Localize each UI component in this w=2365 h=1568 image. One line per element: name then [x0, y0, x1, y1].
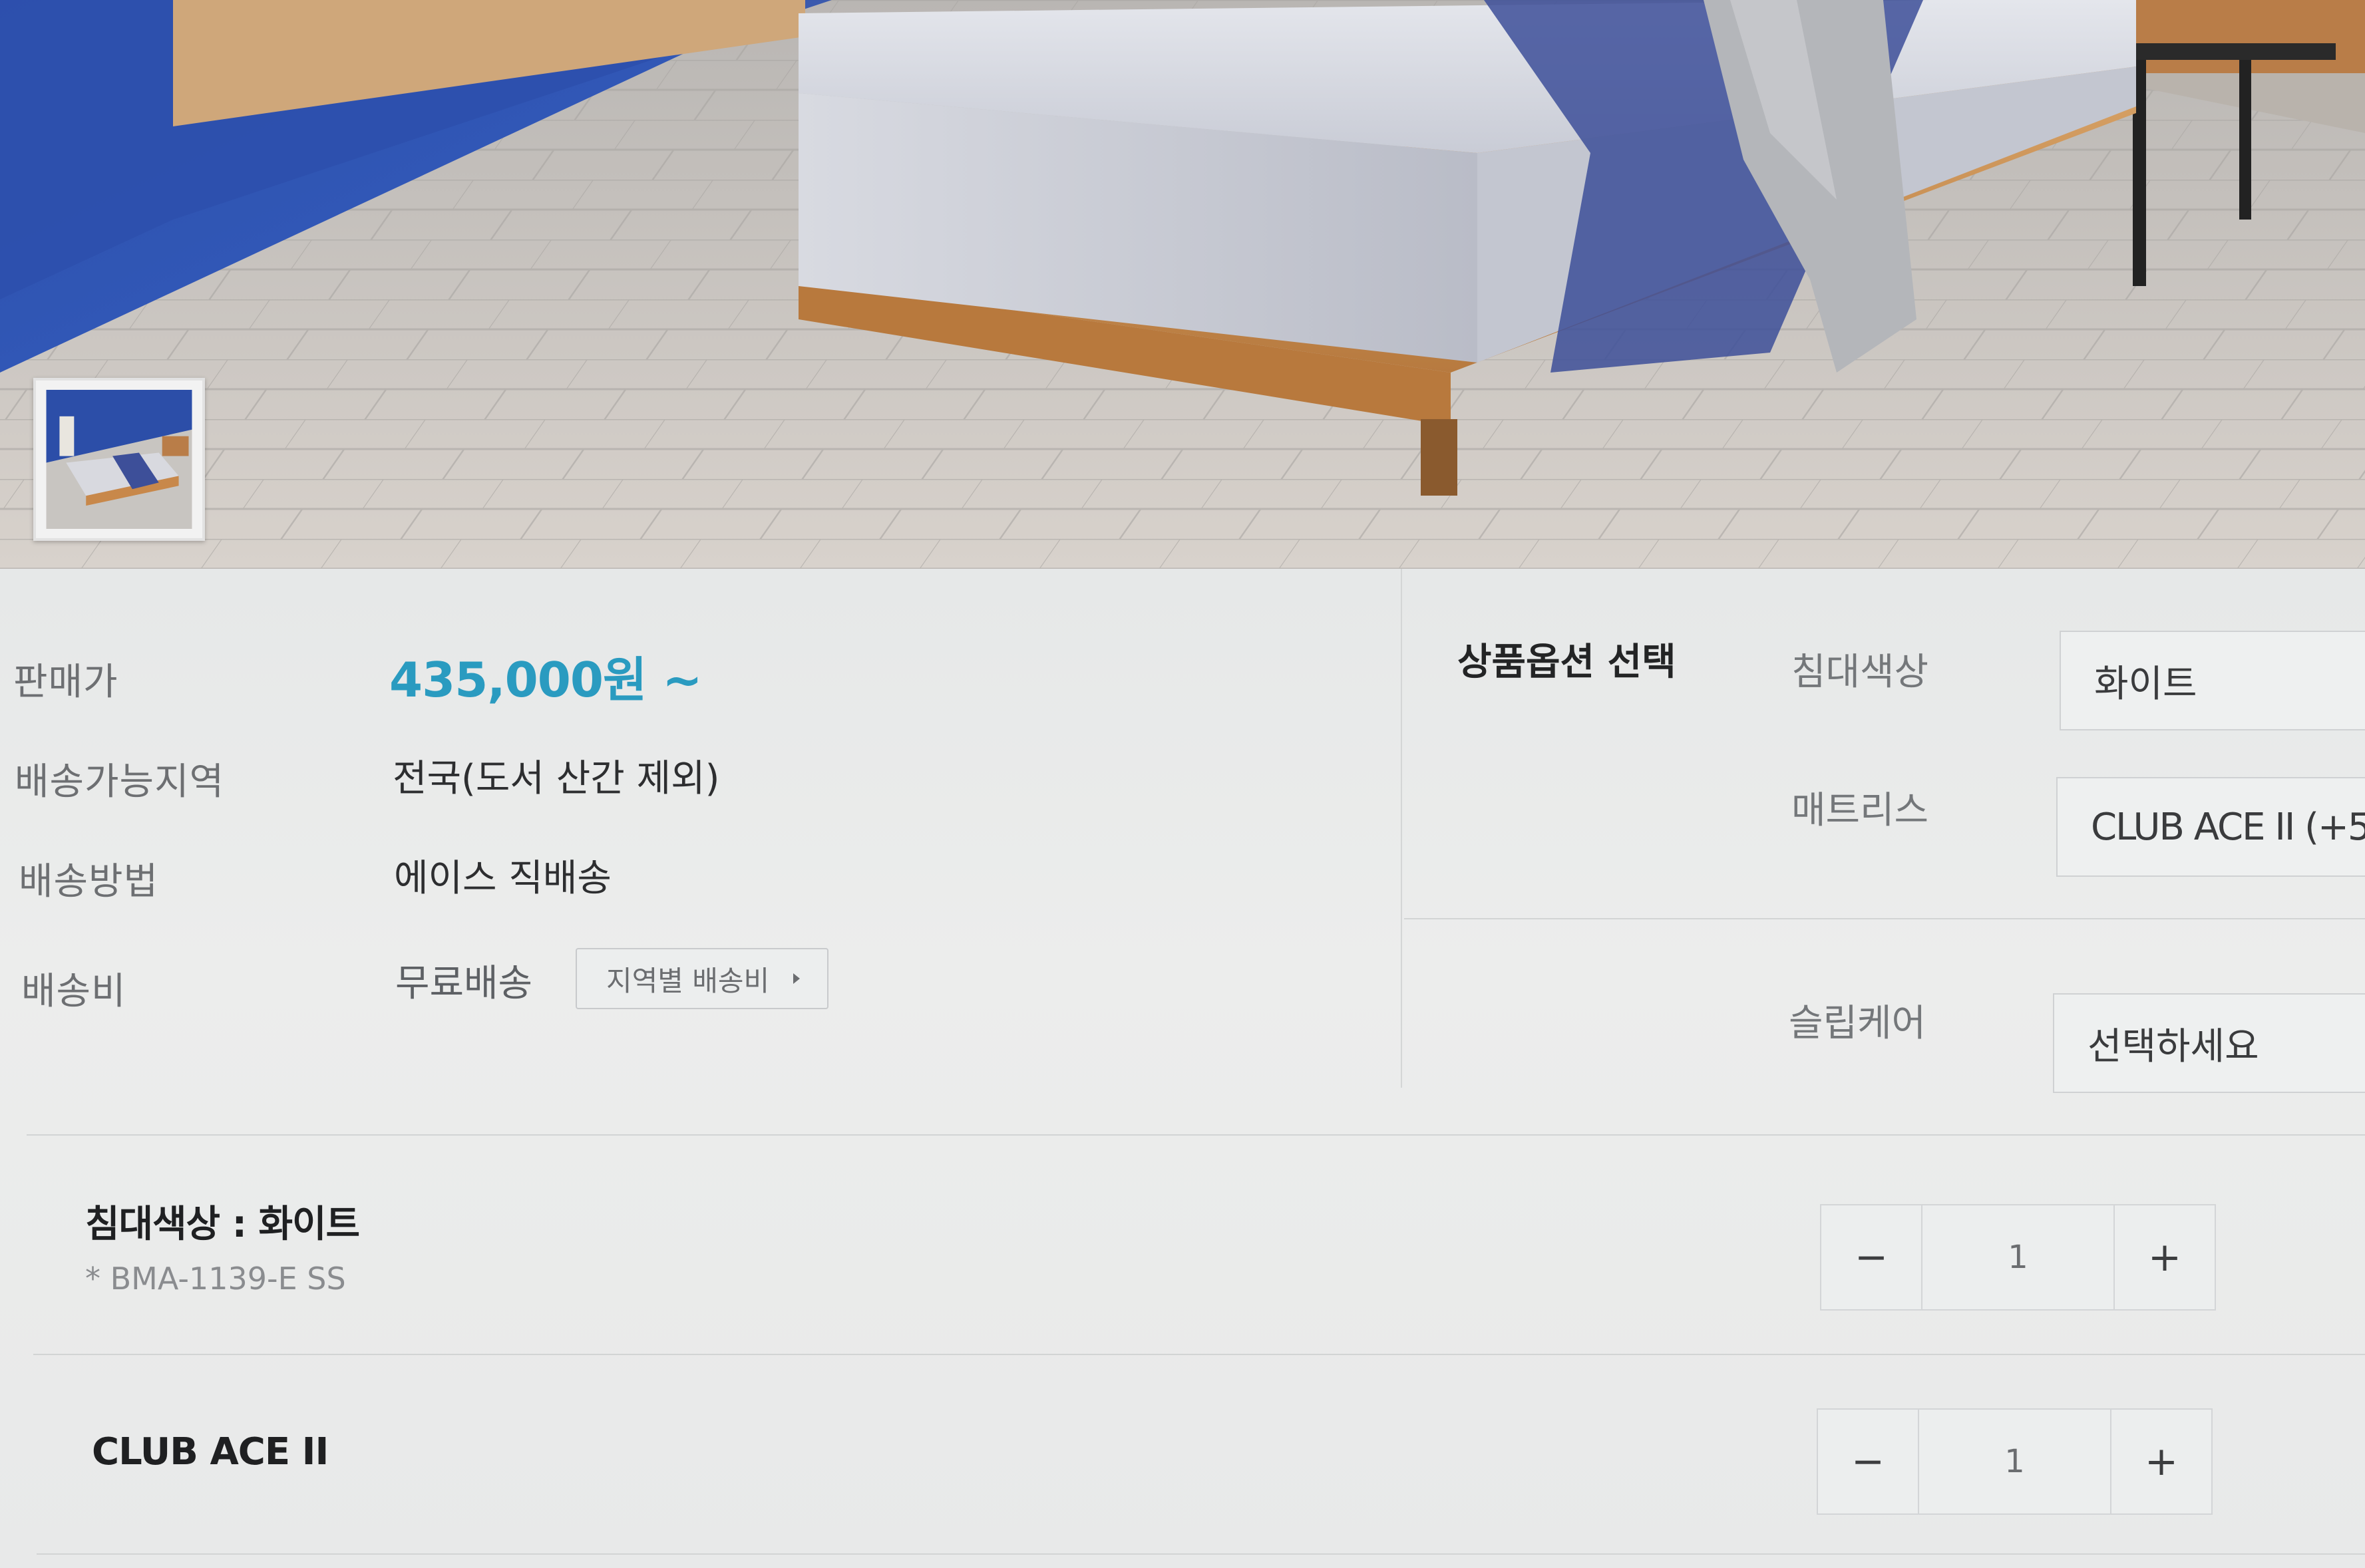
- bed-color-label: 침대색상: [1791, 651, 1929, 694]
- selected-item-name: 침대색상 : 화이트: [85, 1203, 360, 1246]
- price-value: 435,000원 ~: [389, 652, 703, 708]
- caret-right-icon: [793, 973, 801, 984]
- bed-color-selected-value: 화이트: [2094, 662, 2197, 706]
- bed-color-select[interactable]: 화이트: [2060, 631, 2365, 730]
- quantity-value[interactable]: 1: [1918, 1410, 2111, 1513]
- bedroom-photo: [0, 0, 2365, 569]
- decrease-button[interactable]: −: [1818, 1410, 1918, 1513]
- option-divider: [1404, 918, 2365, 919]
- column-divider: [1401, 569, 1402, 1088]
- bed-thumbnail-icon: [46, 390, 192, 529]
- shipping-fee-value: 무료배송: [395, 962, 533, 1005]
- product-info-panel: 판매가 435,000원 ~ 배송가능지역 전국(도서 산간 제외) 배송방법 …: [0, 569, 2365, 1568]
- selected-item-divider: [33, 1354, 2365, 1355]
- delivery-area-value: 전국(도서 산간 제외): [393, 757, 720, 800]
- mattress-label: 매트리스: [1791, 789, 1929, 832]
- sleep-care-label: 슬립케어: [1789, 1002, 1926, 1045]
- sleep-care-select[interactable]: 선택하세요: [2053, 993, 2365, 1093]
- decrease-button[interactable]: −: [1821, 1205, 1921, 1309]
- increase-button[interactable]: +: [2111, 1410, 2211, 1513]
- regional-shipping-fee-label: 지역별 배송비: [606, 964, 770, 997]
- delivery-method-label: 배송방법: [19, 860, 159, 903]
- shipping-fee-label: 배송비: [21, 970, 126, 1013]
- mattress-selected-value: CLUB ACE II (+58: [2091, 805, 2365, 849]
- selected-list-top-divider: [27, 1134, 2365, 1136]
- price-label: 판매가: [13, 661, 118, 704]
- sleep-care-selected-value: 선택하세요: [2088, 1024, 2259, 1068]
- option-select-title: 상품옵션 선택: [1457, 641, 1676, 684]
- delivery-area-label: 배송가능지역: [15, 760, 225, 804]
- quantity-stepper[interactable]: − 1 +: [1817, 1408, 2213, 1515]
- thumbnail-image[interactable]: [33, 378, 205, 541]
- regional-shipping-fee-button[interactable]: 지역별 배송비: [576, 948, 828, 1009]
- increase-button[interactable]: +: [2115, 1205, 2215, 1309]
- delivery-method-value: 에이스 직배송: [394, 857, 612, 900]
- selected-item-code: * BMA-1139-E SS: [85, 1261, 346, 1297]
- product-main-image: [0, 0, 2365, 569]
- quantity-value[interactable]: 1: [1921, 1205, 2115, 1309]
- selected-list-bottom-divider: [37, 1553, 2365, 1555]
- mattress-select[interactable]: CLUB ACE II (+58: [2056, 777, 2365, 877]
- quantity-stepper[interactable]: − 1 +: [1820, 1204, 2216, 1311]
- selected-item-name: CLUB ACE II: [92, 1430, 329, 1474]
